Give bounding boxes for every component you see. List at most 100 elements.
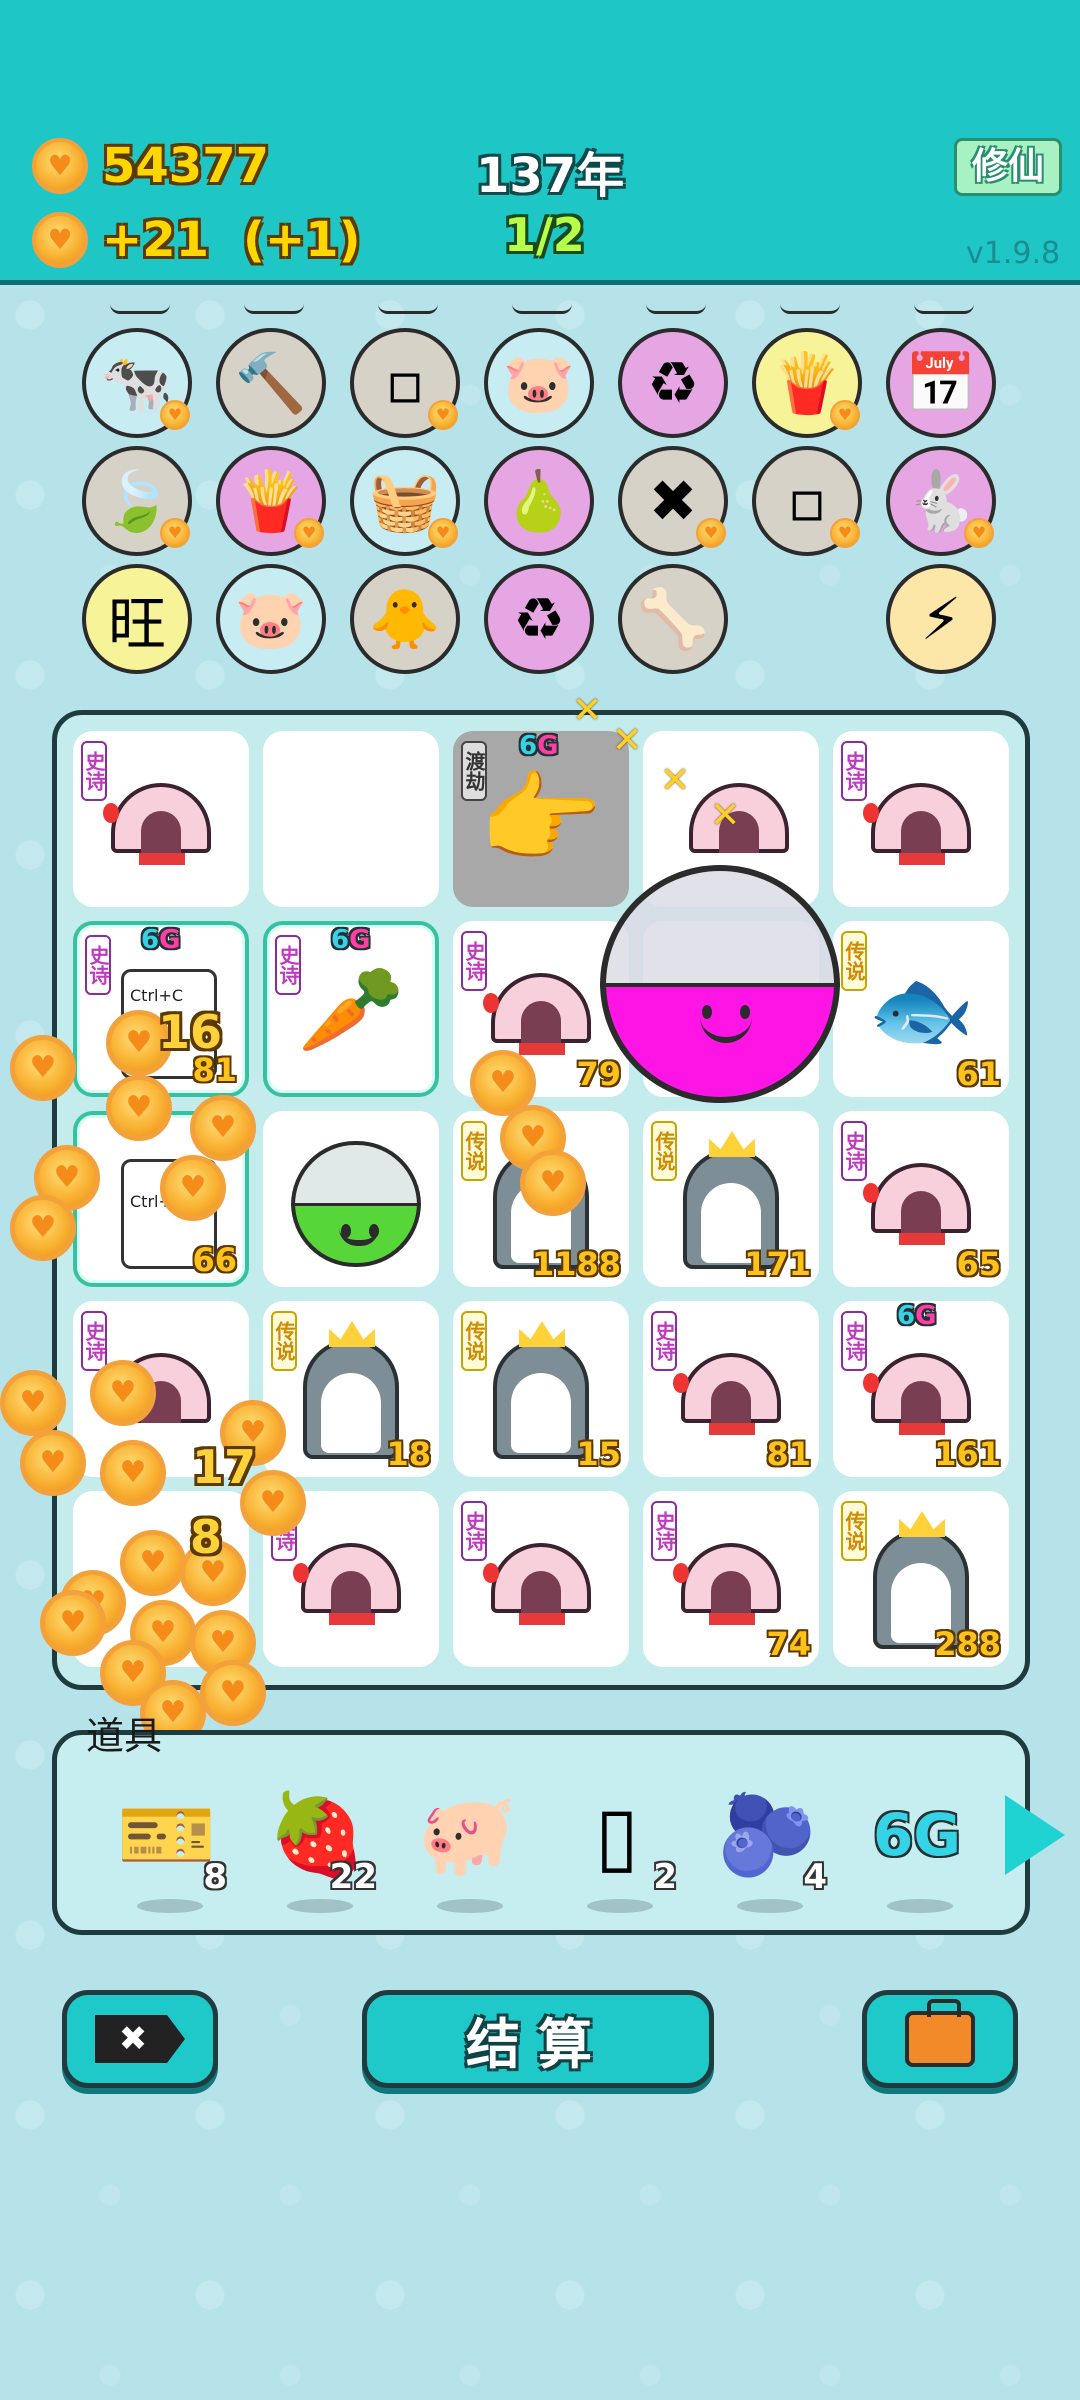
year-counter: 137年 bbox=[476, 148, 625, 204]
slot-cell[interactable]: 史诗 bbox=[73, 731, 249, 907]
cell-count: 1188 bbox=[531, 1245, 621, 1283]
magenta-capsule-icon bbox=[600, 865, 840, 1105]
rabbit-house-icon bbox=[673, 1525, 781, 1631]
income-row: +21 (+1) bbox=[32, 212, 361, 268]
lychee-icon[interactable]: 🍓 22 bbox=[257, 1775, 377, 1913]
sixg-badge: 6G bbox=[141, 925, 181, 955]
inventory-button[interactable] bbox=[862, 1990, 1018, 2088]
empty-tickets-icon[interactable]: ▯ 2 bbox=[557, 1775, 677, 1913]
rarity-tag: 史诗 bbox=[81, 1311, 107, 1371]
rarity-tag: 史诗 bbox=[841, 1121, 867, 1181]
item-quantity: 4 bbox=[803, 1857, 827, 1897]
rabbit-house-icon bbox=[483, 955, 591, 1061]
recycle-icon[interactable]: ♻ bbox=[618, 328, 728, 438]
slot-cell[interactable] bbox=[263, 1111, 439, 1287]
cell-count: 18 bbox=[386, 1435, 431, 1473]
item-quantity: 8 bbox=[203, 1857, 227, 1897]
piggy-bank-icon[interactable]: 🐷 bbox=[484, 328, 594, 438]
coin-icon: ♥ bbox=[10, 1035, 76, 1101]
item-quantity: 2 bbox=[653, 1857, 677, 1897]
rabbit-icon[interactable]: 🐇 ♥ bbox=[886, 446, 996, 556]
symbol-stub bbox=[646, 304, 706, 314]
recycle-icon[interactable]: ♻ bbox=[484, 564, 594, 674]
coin-icon: ♥ bbox=[160, 1155, 226, 1221]
item-quantity: 22 bbox=[329, 1857, 377, 1897]
coin-icon: ♥ bbox=[100, 1440, 166, 1506]
sixg-badge: 6G bbox=[897, 1301, 937, 1331]
sparkle-icon: ✕ bbox=[572, 690, 603, 731]
symbol-stub bbox=[914, 304, 974, 314]
cell-count: 74 bbox=[766, 1625, 811, 1663]
coin-icon: ♥ bbox=[294, 518, 324, 548]
rarity-tag: 史诗 bbox=[81, 741, 107, 801]
rarity-tag: 传说 bbox=[461, 1311, 487, 1371]
piggy-bank-icon[interactable]: 🐷 bbox=[216, 564, 326, 674]
version-label: v1.9.8 bbox=[966, 236, 1061, 271]
slot-cell[interactable]: 史诗 6G 🥕 bbox=[263, 921, 439, 1097]
guava-icon[interactable]: 🍐 bbox=[484, 446, 594, 556]
slot-cell[interactable]: 史诗 74 bbox=[643, 1491, 819, 1667]
coin-total: 54377 bbox=[102, 138, 269, 194]
settle-button[interactable]: 结算 bbox=[362, 1990, 714, 2088]
delete-tag-icon: ✖ bbox=[95, 2015, 185, 2063]
coin-icon: ♥ bbox=[160, 400, 190, 430]
coin-icon: ♥ bbox=[10, 1195, 76, 1261]
slot-cell[interactable]: 史诗 65 bbox=[833, 1111, 1009, 1287]
remove-button[interactable]: ✖ bbox=[62, 1990, 218, 2088]
fruit-basket-icon[interactable]: 🧺 ♥ bbox=[350, 446, 460, 556]
top-bar: 54377 +21 (+1) 137年 1/2 修仙 v1.9.8 bbox=[0, 0, 1080, 285]
symbol-stub bbox=[378, 304, 438, 314]
rabbit-house-icon bbox=[863, 1145, 971, 1251]
pink-piggy-icon[interactable]: 🐖 bbox=[407, 1775, 527, 1913]
wang-text-icon[interactable]: 旺 bbox=[82, 564, 192, 674]
calendar-icon[interactable]: 📅 bbox=[886, 328, 996, 438]
coin-icon: ♥ bbox=[40, 1590, 106, 1656]
slot-cell[interactable]: 史诗 bbox=[833, 731, 1009, 907]
crowned-husky-icon bbox=[303, 1321, 399, 1459]
cell-count: 288 bbox=[934, 1625, 1001, 1663]
cell-count: 171 bbox=[744, 1245, 811, 1283]
settle-button-label: 结算 bbox=[466, 2012, 610, 2076]
lightning-icon[interactable]: ⚡ bbox=[886, 564, 996, 674]
blueberry-icon[interactable]: 🫐 4 bbox=[707, 1775, 827, 1913]
sugar-cubes-icon[interactable]: ▫ ♥ bbox=[350, 328, 460, 438]
sixg-icon[interactable]: 6G bbox=[857, 1775, 977, 1913]
rarity-tag: 传说 bbox=[651, 1121, 677, 1181]
coin-icon: ♥ bbox=[428, 518, 458, 548]
slot-cell[interactable]: 史诗 6G 161 bbox=[833, 1301, 1009, 1477]
coin-icon bbox=[32, 138, 88, 194]
fries-icon[interactable]: 🍟 ♥ bbox=[216, 446, 326, 556]
rarity-tag: 史诗 bbox=[461, 931, 487, 991]
slot-cell[interactable]: 史诗 81 bbox=[643, 1301, 819, 1477]
coin-icon: ♥ bbox=[520, 1150, 586, 1216]
xiuxian-button[interactable]: 修仙 bbox=[954, 138, 1062, 196]
cow-pair-icon[interactable]: 🐄 ♥ bbox=[82, 328, 192, 438]
items-label: 道具 bbox=[86, 1714, 163, 1758]
leaf-icon[interactable]: 🍃 ♥ bbox=[82, 446, 192, 556]
hammer-icon[interactable]: 🔨 bbox=[216, 328, 326, 438]
rabbit-house-icon bbox=[863, 765, 971, 871]
coin-icon: ♥ bbox=[190, 1095, 256, 1161]
symbol-stub bbox=[110, 304, 170, 314]
chick-egg-icon[interactable]: 🐥 bbox=[350, 564, 460, 674]
slot-cell-empty[interactable] bbox=[263, 731, 439, 907]
float-number: 16 bbox=[158, 1005, 223, 1059]
slot-cell[interactable]: 传说 15 bbox=[453, 1301, 629, 1477]
slot-cell[interactable]: 传说 🐟 61 bbox=[833, 921, 1009, 1097]
sugar-cubes-icon[interactable]: ▫ ♥ bbox=[752, 446, 862, 556]
rarity-tag: 史诗 bbox=[651, 1311, 677, 1371]
rarity-tag: 史诗 bbox=[841, 741, 867, 801]
slot-cell[interactable]: 史诗 bbox=[453, 1491, 629, 1667]
coin-icon: ♥ bbox=[200, 1660, 266, 1726]
slot-cell[interactable]: 传说 288 bbox=[833, 1491, 1009, 1667]
delete-tag-icon[interactable]: ✖ ♥ bbox=[618, 446, 728, 556]
briefcase-icon bbox=[905, 1999, 975, 2067]
slot-cell[interactable]: 传说 171 bbox=[643, 1111, 819, 1287]
fries-icon[interactable]: 🍟 ♥ bbox=[752, 328, 862, 438]
round-progress: 1/2 bbox=[504, 208, 585, 262]
cell-count: 15 bbox=[576, 1435, 621, 1473]
pet-bowl-icon[interactable]: 🦴 bbox=[618, 564, 728, 674]
rarity-tag: 传说 bbox=[841, 1501, 867, 1561]
lottery-tickets-icon[interactable]: 🎫 8 bbox=[107, 1775, 227, 1913]
slot-cell[interactable]: 传说 18 bbox=[263, 1301, 439, 1477]
